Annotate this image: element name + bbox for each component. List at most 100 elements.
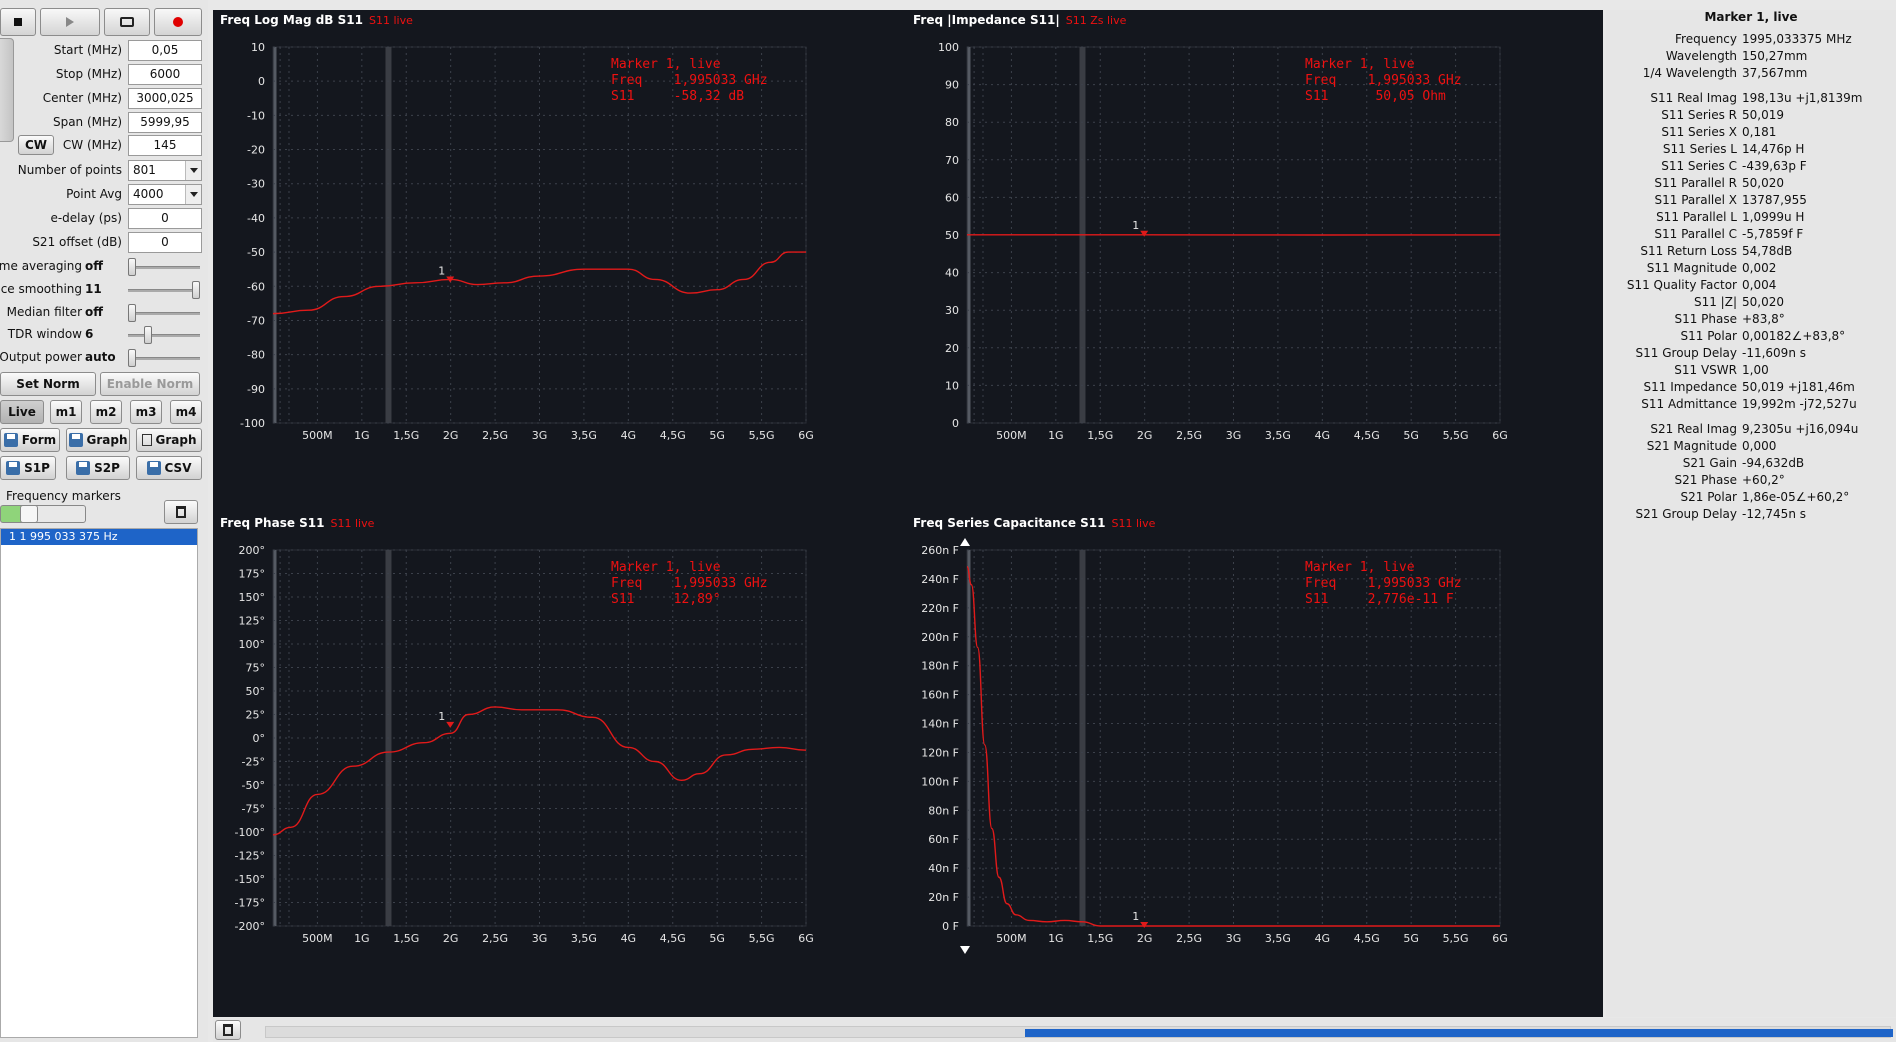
m2-button[interactable]: m2: [90, 400, 122, 424]
y-tick-label: 80: [945, 116, 959, 129]
plot-area[interactable]: Freq Log Mag dB S11 S11 live Freq |Impeda…: [213, 10, 1603, 1017]
clear-button[interactable]: [215, 1020, 241, 1040]
copy-graph-button[interactable]: Graph: [136, 428, 202, 452]
info-value: 50,019 +j181,46m: [1742, 380, 1855, 394]
capacitance-chart[interactable]: 260n F240n F220n F200n F180n F160n F140n…: [907, 533, 1601, 1017]
floppy-icon: [3, 433, 18, 447]
param-input[interactable]: 6000: [128, 64, 202, 85]
slider-track[interactable]: [128, 334, 200, 337]
scroll-down-arrow[interactable]: [960, 946, 970, 954]
delete-marker-button[interactable]: [164, 500, 198, 524]
info-value: 1,0999u H: [1742, 210, 1805, 224]
info-label: S11 Group Delay: [1635, 346, 1737, 360]
marker-triangle[interactable]: [446, 721, 455, 728]
save-csv-button[interactable]: CSV: [136, 456, 202, 480]
x-tick-label: 4,5G: [660, 429, 686, 442]
y-tick-label: 200n F: [921, 631, 959, 644]
y-tick-label: 30: [945, 304, 959, 317]
x-tick-label: 6G: [1492, 429, 1508, 442]
save-s2p-button[interactable]: S2P: [66, 456, 130, 480]
info-value: 50,020: [1742, 176, 1784, 190]
play-button[interactable]: [40, 8, 100, 36]
x-tick-label: 4,5G: [1354, 429, 1380, 442]
x-tick-label: 1G: [354, 429, 370, 442]
logmag-chart[interactable]: 10 0 -10 -20 -30 -40 -50 -60 -70 -80 -90 -100 500M 1G…: [213, 30, 907, 514]
x-tick-label: 5G: [709, 932, 725, 945]
impedance-chart[interactable]: 1009080706050403020100500M 1G 1,5G 2G 2,5G 3G…: [907, 30, 1601, 514]
points-select[interactable]: 801: [128, 160, 202, 181]
list-item[interactable]: 1 1 995 033 375 Hz: [1, 529, 197, 545]
y-tick-label: 100°: [239, 638, 266, 651]
s21offset-input[interactable]: 0: [128, 232, 202, 253]
marker-toggle[interactable]: [0, 505, 86, 523]
slider-row: ime averaging off: [0, 256, 204, 278]
y-tick-label: 20n F: [928, 891, 959, 904]
set-norm-button[interactable]: Set Norm: [0, 372, 96, 396]
info-value: 14,476p H: [1742, 142, 1805, 156]
plot-title-logmag: Freq Log Mag dB S11 S11 live: [220, 13, 413, 27]
slider-track[interactable]: [128, 266, 200, 269]
stop-button[interactable]: [0, 8, 36, 36]
info-value: -94,632dB: [1742, 456, 1805, 470]
edelay-input[interactable]: 0: [128, 208, 202, 229]
points-row: Number of points 801: [0, 160, 204, 182]
save-s1p-button[interactable]: S1P: [0, 456, 56, 480]
param-label: Start (MHz): [53, 43, 122, 57]
cw-button[interactable]: CW: [18, 135, 54, 155]
info-value: 54,78dB: [1742, 244, 1793, 258]
info-label: S11 Series L: [1662, 142, 1737, 156]
m4-button[interactable]: m4: [170, 400, 202, 424]
x-tick-label: 1,5G: [393, 932, 419, 945]
marker-triangle[interactable]: [1140, 921, 1149, 928]
slider-thumb[interactable]: [128, 258, 136, 276]
y-tick-label: 25°: [246, 709, 266, 722]
play-icon: [66, 17, 74, 27]
slider-thumb[interactable]: [144, 326, 152, 344]
scan-button[interactable]: [104, 8, 150, 36]
slider-track[interactable]: [128, 312, 200, 315]
y-tick-label: 40: [945, 267, 959, 280]
marker-triangle[interactable]: [1140, 230, 1149, 237]
y-tick-label: 175°: [239, 568, 266, 581]
enable-norm-button[interactable]: Enable Norm: [100, 372, 200, 396]
save-graph-button[interactable]: Graph: [66, 428, 130, 452]
slider-track[interactable]: [128, 289, 200, 292]
save-form-button[interactable]: Form: [0, 428, 60, 452]
slider-thumb[interactable]: [128, 349, 136, 367]
slider-thumb[interactable]: [192, 281, 200, 299]
avg-row: Point Avg 4000: [0, 184, 204, 206]
param-input[interactable]: 3000,025: [128, 88, 202, 109]
record-button[interactable]: [154, 8, 202, 36]
marker-list[interactable]: 1 1 995 033 375 Hz: [0, 528, 198, 1038]
live-button[interactable]: Live: [0, 400, 44, 424]
slider-label: ace smoothing: [0, 282, 82, 296]
x-tick-label: 1,5G: [1087, 932, 1113, 945]
slider-thumb[interactable]: [128, 304, 136, 322]
scroll-up-arrow[interactable]: [960, 538, 970, 546]
info-label: Frequency: [1675, 32, 1737, 46]
m1-button[interactable]: m1: [50, 400, 82, 424]
m3-button[interactable]: m3: [130, 400, 162, 424]
info-value: 1,00: [1742, 363, 1769, 377]
param-input[interactable]: 5999,95: [128, 112, 202, 133]
info-row: S11 Real Imag 198,13u +j1,8139m: [1606, 91, 1896, 108]
info-value: 0,000: [1742, 439, 1777, 453]
avg-select[interactable]: 4000: [128, 184, 202, 205]
param-input[interactable]: 0,05: [128, 40, 202, 61]
x-tick-label: 2G: [443, 932, 459, 945]
x-tick-label: 1,5G: [393, 429, 419, 442]
param-input[interactable]: 145: [128, 135, 202, 156]
info-value: 0,181: [1742, 125, 1777, 139]
info-value: 0,004: [1742, 278, 1777, 292]
y-tick-label: 0: [258, 75, 265, 88]
y-tick-label: 120n F: [921, 746, 959, 759]
info-row: S11 Series X 0,181: [1606, 125, 1896, 142]
slider-row: Median filter off: [0, 302, 204, 324]
y-tick-label: 75°: [246, 662, 266, 675]
info-row: Wavelength 150,27mm: [1606, 49, 1896, 66]
slider-track[interactable]: [128, 357, 200, 360]
slider-value: auto: [85, 350, 116, 364]
x-tick-label: 4,5G: [1354, 932, 1380, 945]
phase-chart[interactable]: 200° 175° 150° 125° 100° 75° 50° 25° 0° -25° -50° -…: [213, 533, 907, 1017]
info-value: 150,27mm: [1742, 49, 1808, 63]
